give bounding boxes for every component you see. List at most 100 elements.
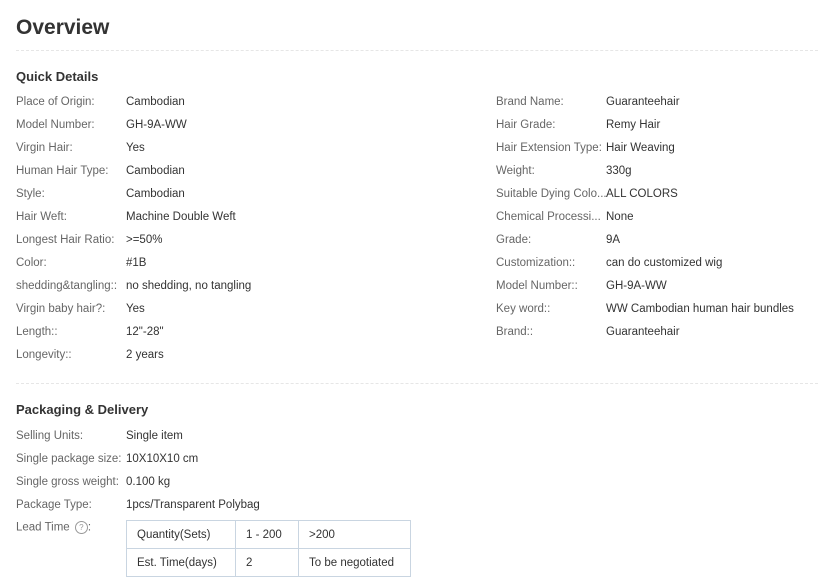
detail-value: Remy Hair [606,119,661,131]
detail-label: Longest Hair Ratio: [16,234,115,246]
detail-row: Brand Name: Guaranteehair [496,95,794,118]
detail-label: Weight: [496,165,535,177]
detail-row: Suitable Dying Colo... ALL COLORS [496,187,794,210]
detail-label: Single gross weight: [16,476,119,488]
detail-row: Style: Cambodian [16,187,251,210]
lead-time-text: Lead Time [16,521,70,534]
detail-value: 9A [606,234,621,246]
detail-value: Cambodian [126,96,185,108]
detail-label: Color: [16,257,47,269]
detail-label: Length:: [16,326,58,338]
question-circle-icon[interactable]: ? [74,521,88,534]
packaging-heading: Packaging & Delivery [16,402,149,417]
detail-value: None [606,211,634,223]
detail-label: Selling Units: [16,430,84,442]
detail-row: Place of Origin: Cambodian [16,95,251,118]
detail-label: Hair Weft: [16,211,67,223]
detail-label: Longevity:: [16,349,72,361]
detail-value: 12"-28" [126,326,164,338]
detail-value: Hair Weaving [606,142,675,154]
detail-row: Model Number:: GH-9A-WW [496,279,794,302]
detail-label: Brand:: [496,326,534,338]
detail-label: Key word:: [496,303,551,315]
detail-value: >=50% [126,234,163,246]
detail-label: Place of Origin: [16,96,95,108]
table-cell: To be negotiated [298,548,411,577]
detail-row: shedding&tangling:: no shedding, no tangl… [16,279,251,302]
detail-label: Brand Name: [496,96,564,108]
detail-value: GH-9A-WW [126,119,187,131]
detail-value: ALL COLORS [606,188,678,200]
divider [16,50,818,51]
detail-row: Longest Hair Ratio: >=50% [16,233,251,256]
detail-row: Virgin Hair: Yes [16,141,251,164]
lead-time-label: Lead Time ?: [16,521,91,534]
quick-details-heading: Quick Details [16,69,99,84]
detail-value: Cambodian [126,188,185,200]
detail-label: Package Type: [16,499,92,511]
detail-row: Selling Units: Single item [16,429,260,452]
detail-value: Yes [126,142,145,154]
detail-label: Model Number:: [496,280,578,292]
detail-row: Single package size: 10X10X10 cm [16,452,260,475]
detail-value: 1pcs/Transparent Polybag [126,499,260,511]
detail-label: Hair Grade: [496,119,556,131]
detail-value: 330g [606,165,632,177]
table-cell: Quantity(Sets) [126,520,236,549]
detail-value: Guaranteehair [606,96,680,108]
detail-row: Hair Weft: Machine Double Weft [16,210,251,233]
detail-value: 0.100 kg [126,476,171,488]
table-row: Est. Time(days) 2 To be negotiated [126,548,411,577]
quick-details-left: Place of Origin: Cambodian Model Number: GH… [16,95,251,371]
detail-row: Chemical Processi... None [496,210,794,233]
detail-value: 2 years [126,349,164,361]
quick-details-right: Brand Name: Guaranteehair Hair Grade: Remy … [496,95,794,348]
detail-row: Model Number: GH-9A-WW [16,118,251,141]
detail-row: Grade: 9A [496,233,794,256]
table-cell: 1 - 200 [235,520,299,549]
detail-value: GH-9A-WW [606,280,667,292]
detail-value: #1B [126,257,147,269]
packaging-details: Selling Units: Single item Single package … [16,429,260,521]
detail-label: Model Number: [16,119,95,131]
detail-label: Suitable Dying Colo... [496,188,606,200]
detail-row: Human Hair Type: Cambodian [16,164,251,187]
detail-row: Length:: 12"-28" [16,325,251,348]
detail-label: Grade: [496,234,532,246]
table-cell: Est. Time(days) [126,548,236,577]
detail-row: Customization:: can do customized wig [496,256,794,279]
detail-row: Key word:: WW Cambodian human hair bundle… [496,302,794,325]
detail-row: Hair Grade: Remy Hair [496,118,794,141]
detail-row: Virgin baby hair?: Yes [16,302,251,325]
detail-value: Machine Double Weft [126,211,236,223]
table-cell: 2 [235,548,299,577]
detail-row: Brand:: Guaranteehair [496,325,794,348]
detail-label: Chemical Processi... [496,211,601,223]
detail-row: Longevity:: 2 years [16,348,251,371]
detail-value: no shedding, no tangling [126,280,252,292]
detail-value: Yes [126,303,145,315]
page-title: Overview [16,16,110,39]
detail-label: Virgin baby hair?: [16,303,106,315]
divider [16,383,818,384]
detail-row: Hair Extension Type: Hair Weaving [496,141,794,164]
lead-time-colon: : [87,521,92,534]
detail-label: Style: [16,188,45,200]
detail-value: Single item [126,430,183,442]
detail-value: Guaranteehair [606,326,680,338]
detail-label: Virgin Hair: [16,142,73,154]
lead-time-table: Quantity(Sets) 1 - 200 >200 Est. Time(days)… [126,520,411,577]
detail-label: Human Hair Type: [16,165,109,177]
detail-row: Weight: 330g [496,164,794,187]
detail-row: Color: #1B [16,256,251,279]
detail-value: WW Cambodian human hair bundles [606,303,794,315]
detail-row: Package Type: 1pcs/Transparent Polybag [16,498,260,521]
detail-label: Single package size: [16,453,122,465]
detail-label: Customization:: [496,257,576,269]
table-cell: >200 [298,520,411,549]
detail-label: shedding&tangling:: [16,280,118,292]
detail-value: can do customized wig [606,257,723,269]
detail-label: Hair Extension Type: [496,142,602,154]
detail-row: Single gross weight: 0.100 kg [16,475,260,498]
detail-value: 10X10X10 cm [126,453,199,465]
